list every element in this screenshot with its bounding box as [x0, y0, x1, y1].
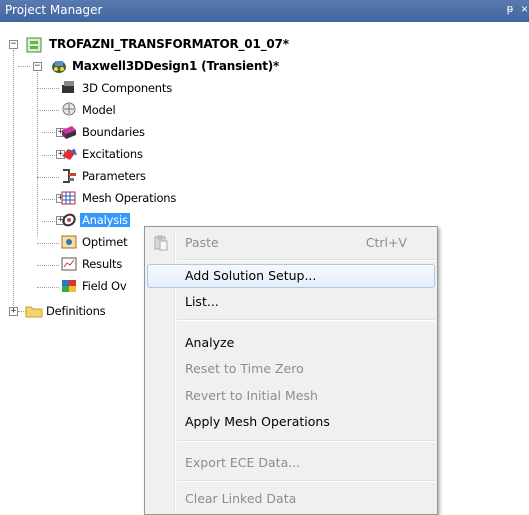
tree-connector — [37, 72, 38, 237]
expander-minus-icon[interactable]: − — [9, 40, 18, 49]
tree-item-label: Boundaries — [82, 125, 145, 139]
tree-connector — [37, 110, 59, 111]
optimetrics-icon — [61, 235, 77, 249]
tree-connector — [13, 50, 14, 312]
tree-item-label: Definitions — [46, 304, 106, 318]
menu-item-label: Paste — [185, 235, 219, 250]
tree-node-analysis[interactable]: Analysis — [80, 210, 130, 230]
3d-components-icon — [62, 81, 74, 93]
menu-item-revert-initial-mesh[interactable]: Revert to Initial Mesh — [147, 384, 435, 408]
expander-minus-icon[interactable]: − — [33, 62, 42, 71]
menu-separator — [177, 480, 435, 482]
menu-item-label: Clear Linked Data — [185, 491, 297, 506]
close-icon[interactable]: × — [521, 2, 528, 16]
menu-item-paste[interactable]: Paste Ctrl+V — [147, 231, 435, 255]
tree-item-label: Mesh Operations — [82, 191, 177, 205]
tree-item-label: 3D Components — [82, 81, 172, 95]
project-icon — [26, 37, 42, 53]
tree-connector — [37, 243, 59, 244]
parameters-icon — [63, 169, 76, 183]
tree-item-label: Excitations — [82, 147, 143, 161]
tree-item-label: Parameters — [82, 169, 146, 183]
panel-title: Project Manager — [5, 3, 103, 17]
tree-connector — [37, 177, 59, 178]
tree-connector — [37, 88, 59, 89]
menu-item-apply-mesh-operations[interactable]: Apply Mesh Operations — [147, 410, 435, 434]
menu-item-analyze[interactable]: Analyze — [147, 331, 435, 355]
tree-node-project[interactable]: TROFAZNI_TRANSFORMATOR_01_07* — [49, 34, 289, 54]
analysis-icon — [62, 213, 76, 227]
menu-item-label: Analyze — [185, 335, 235, 350]
menu-item-add-solution-setup[interactable]: Add Solution Setup... — [147, 264, 435, 288]
menu-item-shortcut: Ctrl+V — [365, 235, 407, 250]
project-name: TROFAZNI_TRANSFORMATOR_01_07* — [49, 37, 289, 51]
field-overlays-icon — [62, 280, 76, 292]
menu-item-label: List... — [185, 294, 219, 309]
tree-node-boundaries[interactable]: Boundaries — [82, 122, 145, 142]
tree-item-label: Model — [82, 103, 116, 117]
tree-node-optimetrics[interactable]: Optimet — [82, 232, 128, 252]
boundaries-icon — [62, 126, 76, 139]
menu-item-label: Reset to Time Zero — [185, 361, 304, 376]
tree-item-label: Field Ov — [82, 279, 127, 293]
tree-connector — [37, 287, 59, 288]
tree-node-design[interactable]: Maxwell3DDesign1 (Transient)* — [72, 56, 279, 76]
tree-node-excitations[interactable]: Excitations — [82, 144, 143, 164]
tree-node-3d-components[interactable]: 3D Components — [82, 78, 172, 98]
menu-separator — [177, 319, 435, 321]
menu-item-label: Revert to Initial Mesh — [185, 388, 318, 403]
model-icon — [62, 102, 76, 116]
menu-item-clear-linked-data[interactable]: Clear Linked Data — [147, 487, 435, 511]
maxwell-design-icon — [52, 61, 66, 73]
pin-icon[interactable]: ᵽ — [507, 3, 513, 15]
tree-node-definitions[interactable]: Definitions — [46, 301, 106, 321]
paste-icon — [154, 235, 168, 251]
tree-item-label: Results — [82, 257, 123, 271]
tree-node-parameters[interactable]: Parameters — [82, 166, 146, 186]
context-menu: Paste Ctrl+V Add Solution Setup... List.… — [144, 226, 438, 515]
mesh-operations-icon — [61, 191, 76, 205]
tree-connector — [18, 66, 30, 67]
menu-separator — [177, 259, 435, 261]
tree-node-model[interactable]: Model — [82, 100, 116, 120]
menu-item-export-ece-data[interactable]: Export ECE Data... — [147, 451, 435, 475]
results-icon — [61, 257, 77, 271]
menu-item-label: Apply Mesh Operations — [185, 414, 330, 429]
excitations-icon — [62, 148, 77, 160]
menu-separator — [177, 440, 435, 442]
tree-node-field-overlays[interactable]: Field Ov — [82, 276, 127, 296]
tree-item-label: Analysis — [80, 213, 130, 227]
tree-node-mesh-operations[interactable]: Mesh Operations — [82, 188, 176, 208]
menu-item-list[interactable]: List... — [147, 290, 435, 314]
expander-plus-icon[interactable]: + — [9, 307, 18, 316]
tree-item-label: Optimet — [82, 235, 128, 249]
design-name: Maxwell3DDesign1 (Transient)* — [72, 59, 280, 73]
project-manager-titlebar: Project Manager ᵽ × — [0, 0, 529, 22]
folder-icon — [25, 306, 43, 318]
menu-item-label: Add Solution Setup... — [185, 268, 317, 283]
tree-node-results[interactable]: Results — [82, 254, 122, 274]
menu-item-reset-time-zero[interactable]: Reset to Time Zero — [147, 357, 435, 381]
menu-item-label: Export ECE Data... — [185, 455, 301, 470]
tree-connector — [37, 265, 59, 266]
